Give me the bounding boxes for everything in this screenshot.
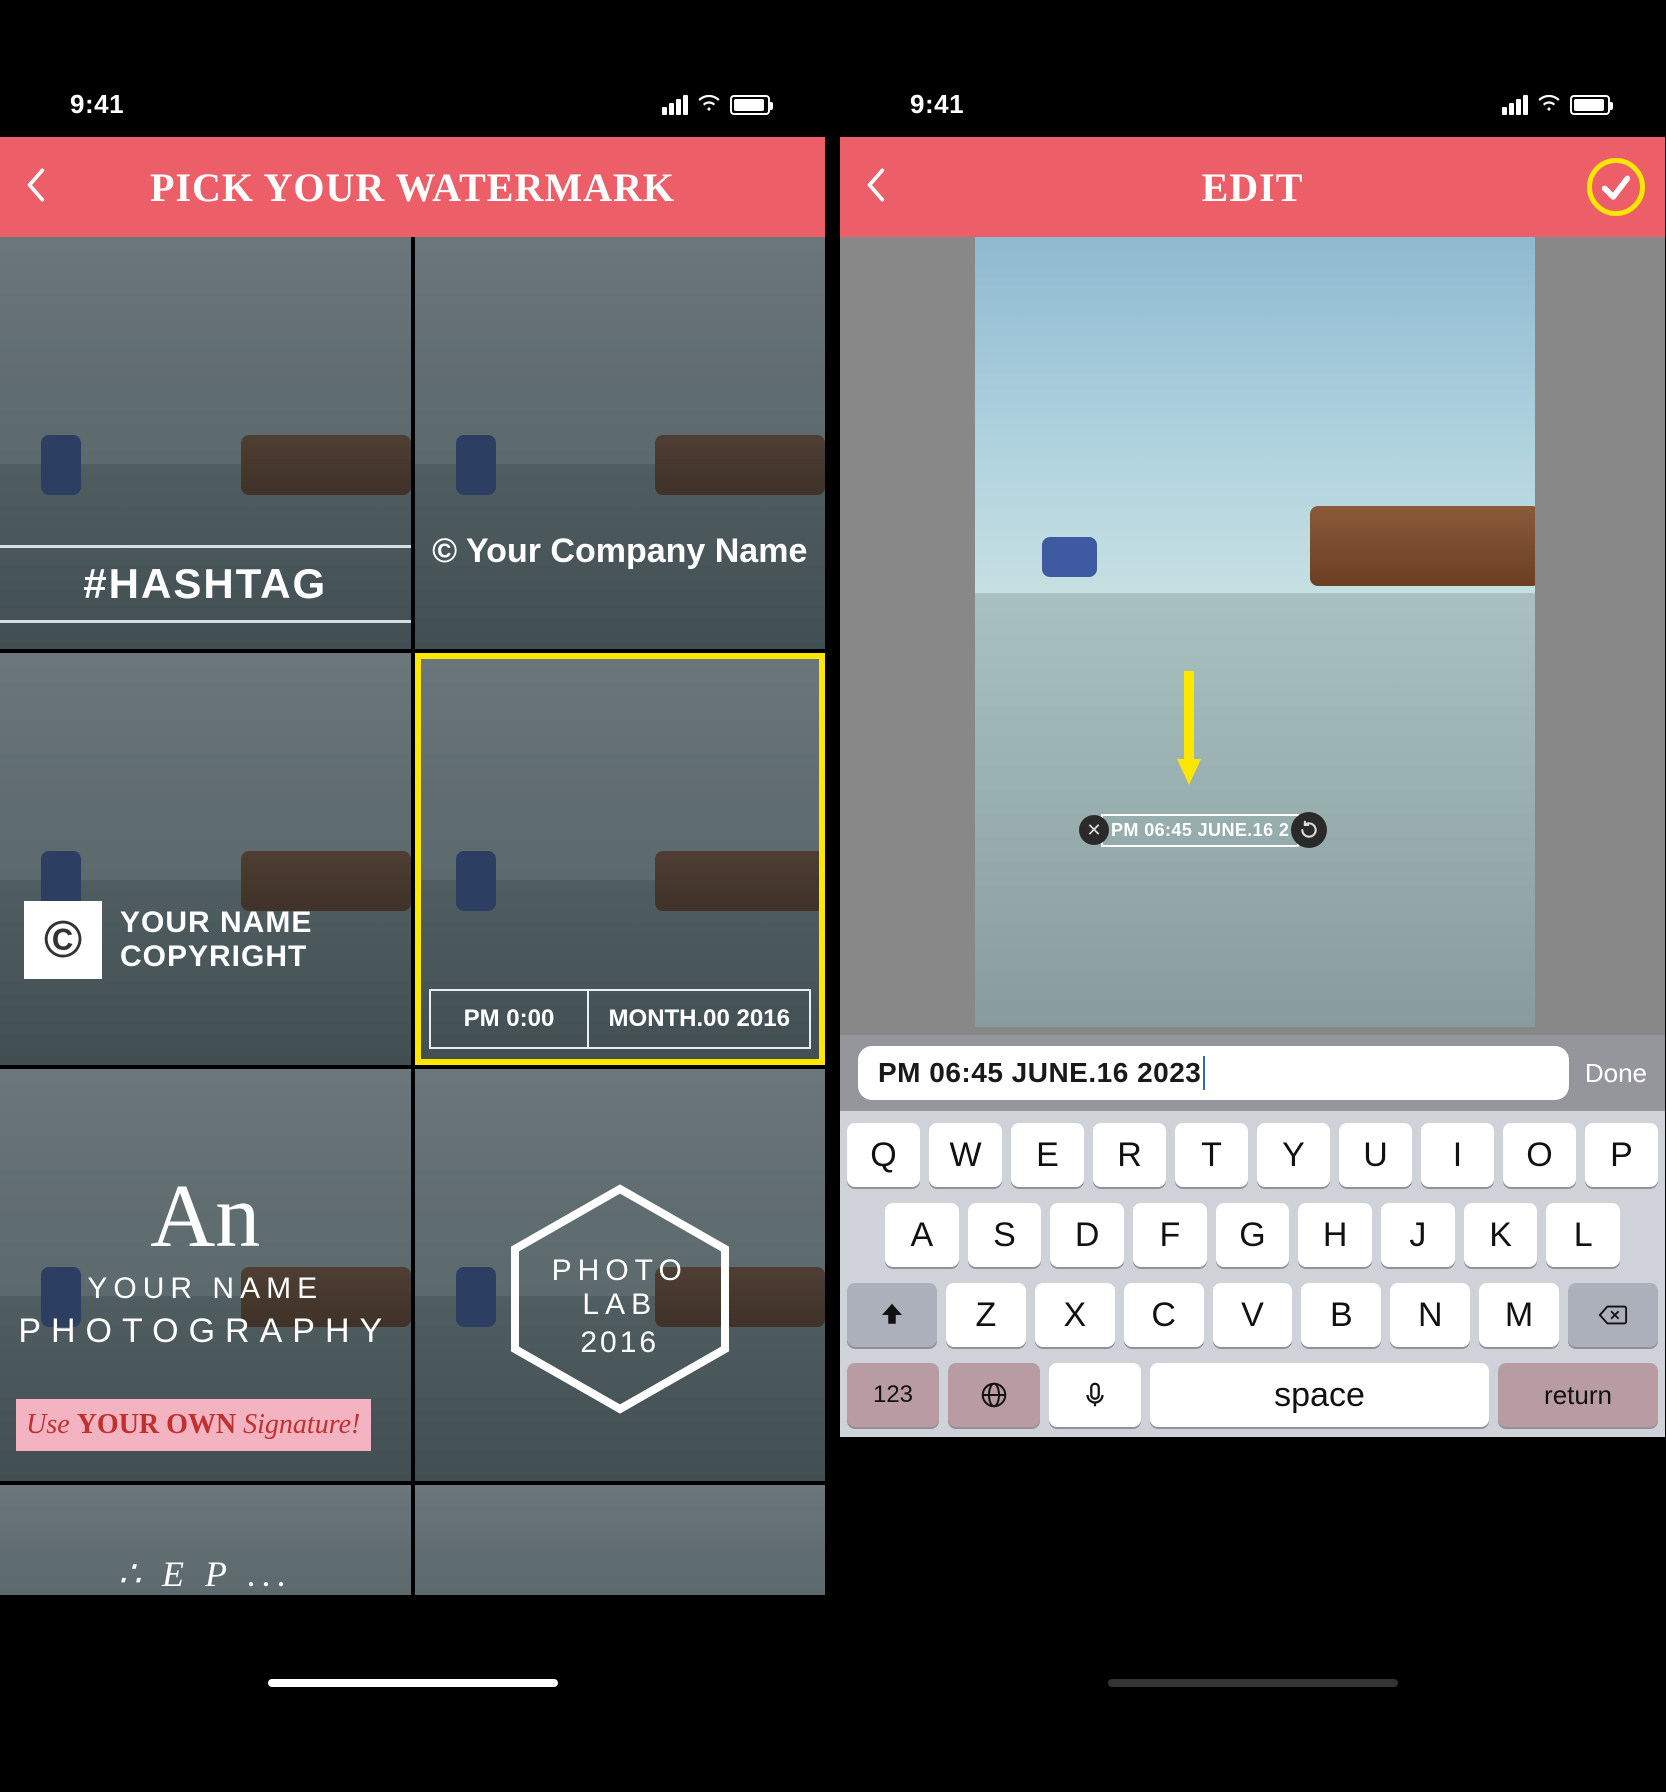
watermark-tile-copyright[interactable]: © YOUR NAME COPYRIGHT xyxy=(0,653,411,1065)
shift-key[interactable] xyxy=(847,1283,937,1347)
key-b[interactable]: B xyxy=(1301,1283,1381,1347)
annotation-arrow-icon xyxy=(1175,667,1203,787)
signature-script: An xyxy=(0,1185,411,1248)
watermark-tile-signature[interactable]: An YOUR NAME PHOTOGRAPHY Use YOUR OWN Si… xyxy=(0,1069,411,1481)
key-o[interactable]: O xyxy=(1503,1123,1576,1187)
watermark-partial-label: ∴ E P ... xyxy=(118,1553,292,1595)
signature-hint: Use YOUR OWN Signature! xyxy=(16,1399,371,1451)
watermark-tile-company[interactable]: © Your Company Name xyxy=(415,237,826,649)
watermark-tile-timestamp[interactable]: PM 0:00 MONTH.00 2016 xyxy=(415,653,826,1065)
watermark-hashtag-label: #HASHTAG xyxy=(0,545,411,623)
timestamp-time: PM 0:00 xyxy=(431,991,590,1047)
key-x[interactable]: X xyxy=(1035,1283,1115,1347)
watermark-photolab: PHOTO LAB 2016 xyxy=(490,1169,750,1434)
home-indicator xyxy=(1108,1679,1398,1687)
key-p[interactable]: P xyxy=(1585,1123,1658,1187)
watermark-tile-partial2[interactable] xyxy=(415,1485,826,1595)
nav-title: EDIT xyxy=(1202,164,1304,211)
status-bar: 9:41 xyxy=(840,72,1665,137)
key-v[interactable]: V xyxy=(1213,1283,1293,1347)
key-k[interactable]: K xyxy=(1464,1203,1538,1267)
key-c[interactable]: C xyxy=(1124,1283,1204,1347)
watermark-stamp[interactable]: ✕ PM 06:45 JUNE.16 2 xyxy=(1079,812,1327,848)
key-q[interactable]: Q xyxy=(847,1123,920,1187)
key-g[interactable]: G xyxy=(1216,1203,1290,1267)
input-value: PM 06:45 JUNE.16 2023 xyxy=(878,1057,1201,1089)
photolab-line1: PHOTO LAB xyxy=(520,1254,720,1322)
watermark-timestamp: PM 0:00 MONTH.00 2016 xyxy=(429,989,812,1049)
backspace-key[interactable] xyxy=(1568,1283,1658,1347)
screenshot-pick-watermark: 9:41 PICK YOUR WATERMARK #HASHTAG © Your… xyxy=(0,72,825,1703)
key-s[interactable]: S xyxy=(968,1203,1042,1267)
status-bar: 9:41 xyxy=(0,72,825,137)
key-h[interactable]: H xyxy=(1298,1203,1372,1267)
watermark-company-label: © Your Company Name xyxy=(415,532,826,571)
key-a[interactable]: A xyxy=(885,1203,959,1267)
key-l[interactable]: L xyxy=(1546,1203,1620,1267)
dictation-key[interactable] xyxy=(1049,1363,1141,1427)
wifi-icon xyxy=(1536,89,1562,120)
copyright-line2: COPYRIGHT xyxy=(120,940,312,975)
signal-icon xyxy=(1502,95,1528,115)
space-key[interactable]: space xyxy=(1150,1363,1489,1427)
key-e[interactable]: E xyxy=(1011,1123,1084,1187)
nav-bar: EDIT xyxy=(840,137,1665,237)
back-button[interactable] xyxy=(24,166,46,209)
text-input-bar: PM 06:45 JUNE.16 2023 Done xyxy=(840,1035,1665,1111)
key-n[interactable]: N xyxy=(1390,1283,1470,1347)
done-button[interactable]: Done xyxy=(1585,1058,1647,1089)
watermark-tile-hashtag[interactable]: #HASHTAG xyxy=(0,237,411,649)
confirm-button[interactable] xyxy=(1587,158,1645,216)
watermark-signature: An YOUR NAME PHOTOGRAPHY xyxy=(0,1185,411,1351)
wifi-icon xyxy=(696,89,722,120)
photolab-line2: 2016 xyxy=(520,1326,720,1360)
watermark-tile-partial[interactable]: ∴ E P ... xyxy=(0,1485,411,1595)
key-f[interactable]: F xyxy=(1133,1203,1207,1267)
watermark-copyright: © YOUR NAME COPYRIGHT xyxy=(24,901,312,979)
text-caret xyxy=(1203,1056,1205,1090)
key-u[interactable]: U xyxy=(1339,1123,1412,1187)
status-icons xyxy=(1502,89,1610,120)
return-key[interactable]: return xyxy=(1498,1363,1658,1427)
key-d[interactable]: D xyxy=(1050,1203,1124,1267)
screenshot-edit: 9:41 EDIT ✕ PM 06:45 JUNE.16 2 xyxy=(840,72,1665,1703)
watermark-tile-photolab[interactable]: PHOTO LAB 2016 xyxy=(415,1069,826,1481)
numbers-key[interactable]: 123 xyxy=(847,1363,939,1427)
key-t[interactable]: T xyxy=(1175,1123,1248,1187)
edited-photo[interactable]: ✕ PM 06:45 JUNE.16 2 xyxy=(975,237,1535,1027)
battery-icon xyxy=(730,95,770,115)
undo-stamp-icon[interactable] xyxy=(1291,812,1327,848)
key-j[interactable]: J xyxy=(1381,1203,1455,1267)
key-m[interactable]: M xyxy=(1479,1283,1559,1347)
signal-icon xyxy=(662,95,688,115)
copyright-line1: YOUR NAME xyxy=(120,906,312,941)
key-y[interactable]: Y xyxy=(1257,1123,1330,1187)
keyboard: QWERTYUIOP ASDFGHJKL ZXCVBNM 123 space r… xyxy=(840,1111,1665,1437)
stamp-text[interactable]: PM 06:45 JUNE.16 2 xyxy=(1101,814,1299,847)
battery-icon xyxy=(1570,95,1610,115)
status-time: 9:41 xyxy=(910,89,964,120)
signature-line1: YOUR NAME xyxy=(0,1272,411,1306)
key-i[interactable]: I xyxy=(1421,1123,1494,1187)
status-time: 9:41 xyxy=(70,89,124,120)
signature-line2: PHOTOGRAPHY xyxy=(0,1312,411,1351)
key-z[interactable]: Z xyxy=(946,1283,1026,1347)
delete-stamp-icon[interactable]: ✕ xyxy=(1079,815,1109,845)
timestamp-date: MONTH.00 2016 xyxy=(589,991,809,1047)
copyright-icon: © xyxy=(24,901,102,979)
globe-key[interactable] xyxy=(948,1363,1040,1427)
watermark-grid: #HASHTAG © Your Company Name © YOUR NAME… xyxy=(0,237,825,1595)
status-icons xyxy=(662,89,770,120)
key-r[interactable]: R xyxy=(1093,1123,1166,1187)
home-indicator xyxy=(268,1679,558,1687)
nav-title: PICK YOUR WATERMARK xyxy=(150,164,675,211)
watermark-text-input[interactable]: PM 06:45 JUNE.16 2023 xyxy=(858,1046,1569,1100)
editor-canvas[interactable]: ✕ PM 06:45 JUNE.16 2 xyxy=(840,237,1665,1035)
nav-bar: PICK YOUR WATERMARK xyxy=(0,137,825,237)
key-w[interactable]: W xyxy=(929,1123,1002,1187)
back-button[interactable] xyxy=(864,166,886,209)
